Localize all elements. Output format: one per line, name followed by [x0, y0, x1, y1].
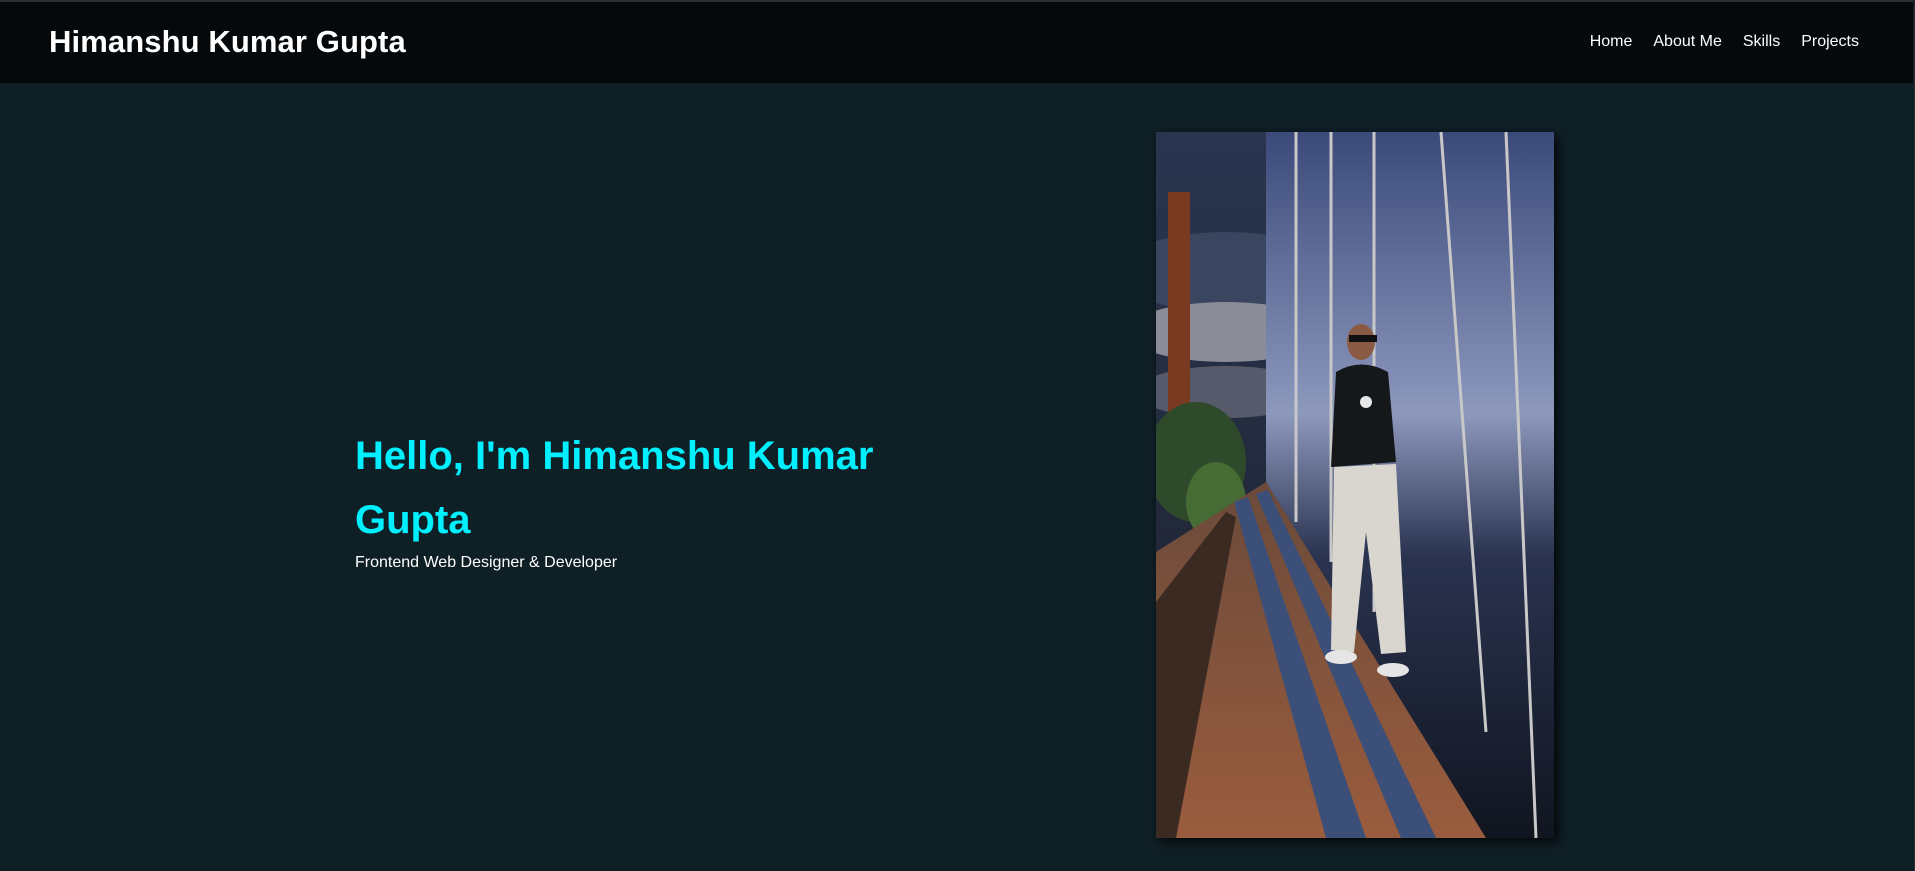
hero-subtitle: Frontend Web Designer & Developer	[355, 554, 618, 571]
main-nav: Home About Me Skills Projects	[1569, 33, 1859, 51]
nav-skills[interactable]: Skills	[1743, 33, 1780, 51]
profile-photo	[1156, 132, 1554, 838]
nav-about-me[interactable]: About Me	[1653, 33, 1721, 51]
hero-heading: Hello, I'm Himanshu Kumar Gupta	[355, 434, 874, 542]
navbar: Himanshu Kumar Gupta Home About Me Skill…	[0, 0, 1913, 83]
page: Himanshu Kumar Gupta Home About Me Skill…	[0, 0, 1915, 871]
hero-section: Hello, I'm Himanshu Kumar Gupta Frontend…	[355, 424, 935, 572]
site-brand[interactable]: Himanshu Kumar Gupta	[49, 24, 406, 60]
nav-projects[interactable]: Projects	[1801, 33, 1859, 51]
nav-home[interactable]: Home	[1590, 33, 1633, 51]
